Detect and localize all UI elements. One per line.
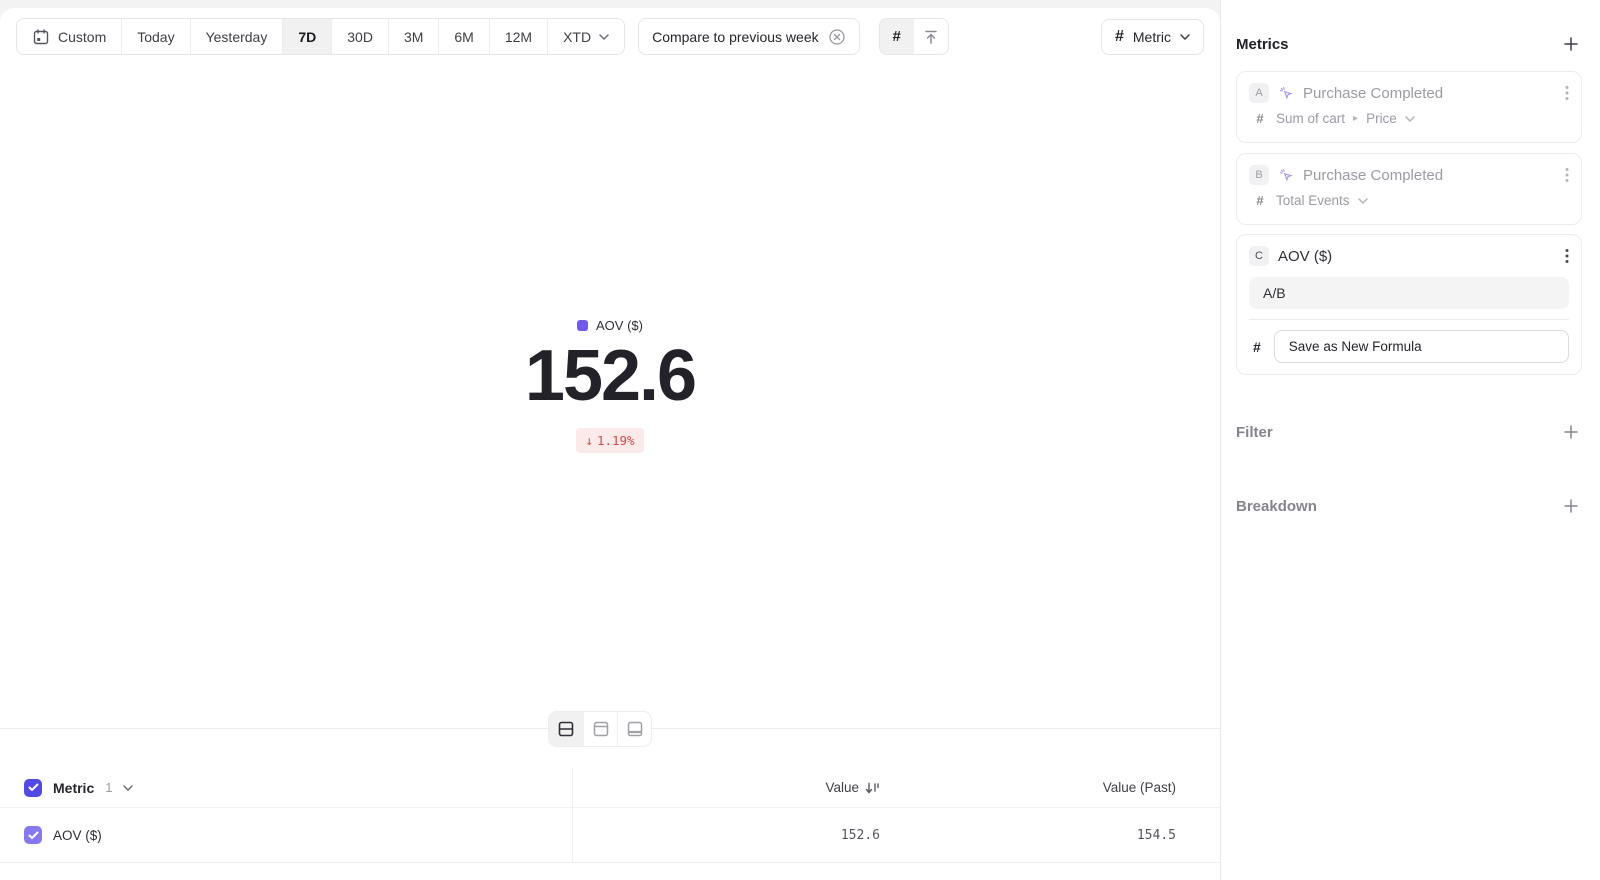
- save-as-new-formula-button[interactable]: Save as New Formula: [1274, 330, 1569, 363]
- metric-dropdown-button[interactable]: # Metric: [1101, 19, 1204, 55]
- chevron-down-icon: [599, 34, 609, 40]
- row-value: 152.6: [841, 828, 880, 843]
- table-row: AOV ($) 152.6 154.5: [0, 808, 1220, 863]
- kpi-change-badge: ↓ 1.19%: [576, 428, 643, 453]
- date-range-picker: Custom Today Yesterday 7D 30D 3M 6M 12M …: [16, 18, 625, 55]
- number-mode-button[interactable]: #: [880, 19, 914, 54]
- add-filter-button[interactable]: [1560, 421, 1582, 443]
- split-view-icon: [557, 720, 575, 738]
- date-range-today[interactable]: Today: [121, 19, 189, 54]
- formula-input[interactable]: A/B: [1249, 277, 1569, 309]
- metrics-title: Metrics: [1236, 36, 1289, 53]
- metric-event-name: Purchase Completed: [1303, 167, 1556, 184]
- arrow-down-icon: ↓: [585, 433, 593, 448]
- kpi-block: AOV ($) 152.6 ↓ 1.19%: [0, 318, 1220, 453]
- hash-icon: #: [1115, 28, 1124, 46]
- metric-measure-selector[interactable]: # Sum of cart ▸ Price: [1249, 111, 1569, 126]
- metric-column-header: Metric: [53, 780, 94, 796]
- metric-count: 1: [105, 780, 112, 795]
- query-builder-sidebar: Metrics A Purchase Completed # Su: [1220, 0, 1600, 880]
- kebab-menu-icon[interactable]: [1565, 248, 1569, 264]
- metric-card-a[interactable]: A Purchase Completed # Sum of cart ▸ Pri…: [1236, 71, 1582, 143]
- measure-label: Sum of cart: [1276, 111, 1345, 126]
- formula-metric-name: AOV ($): [1278, 248, 1556, 265]
- kpi-legend: AOV ($): [577, 318, 643, 333]
- hash-icon: #: [1249, 339, 1261, 355]
- event-spark-icon: [1278, 85, 1294, 101]
- breakdown-section-header: Breakdown: [1236, 495, 1582, 517]
- hash-icon: #: [1252, 111, 1268, 126]
- date-range-label: Custom: [58, 29, 106, 45]
- compare-chip-label: Compare to previous week: [652, 29, 819, 45]
- kpi-change-value: 1.19%: [597, 433, 635, 448]
- top-panel-icon: [592, 720, 610, 738]
- metric-badge-b: B: [1249, 165, 1269, 185]
- measure-label: Total Events: [1276, 193, 1350, 208]
- split-view-button[interactable]: [549, 712, 583, 746]
- filter-section-header: Filter: [1236, 421, 1582, 443]
- select-all-checkbox[interactable]: [24, 779, 42, 797]
- value-mode-toggle: #: [879, 18, 949, 55]
- chevron-down-icon: [1405, 116, 1415, 122]
- date-range-12m[interactable]: 12M: [489, 19, 547, 54]
- report-canvas: Custom Today Yesterday 7D 30D 3M 6M 12M …: [0, 8, 1220, 880]
- results-table: Metric 1 Value Value: [0, 768, 1220, 863]
- formula-text: A/B: [1263, 285, 1286, 301]
- hash-icon: #: [1252, 193, 1268, 208]
- report-toolbar: Custom Today Yesterday 7D 30D 3M 6M 12M …: [16, 18, 1204, 55]
- chevron-down-icon: [1358, 198, 1368, 204]
- date-range-3m[interactable]: 3M: [388, 19, 438, 54]
- compare-chip[interactable]: Compare to previous week: [638, 18, 860, 55]
- metric-measure-selector[interactable]: # Total Events: [1249, 193, 1569, 208]
- date-range-7d[interactable]: 7D: [282, 19, 331, 54]
- event-spark-icon: [1278, 167, 1294, 183]
- date-range-yesterday[interactable]: Yesterday: [190, 19, 283, 54]
- chevron-down-icon[interactable]: [123, 785, 133, 791]
- value-past-column-header[interactable]: Value (Past): [880, 780, 1176, 795]
- row-checkbox[interactable]: [24, 826, 42, 844]
- date-range-6m[interactable]: 6M: [438, 19, 488, 54]
- date-range-custom[interactable]: Custom: [17, 19, 121, 54]
- goal-arrow-icon: [923, 29, 939, 45]
- kebab-menu-icon[interactable]: [1565, 85, 1569, 101]
- metric-badge-c: C: [1249, 246, 1269, 266]
- calendar-icon: [32, 28, 50, 46]
- metric-badge-a: A: [1249, 83, 1269, 103]
- metric-card-c[interactable]: C AOV ($) A/B # Save as New Formula: [1236, 234, 1582, 375]
- sort-descending-icon: [865, 781, 880, 795]
- add-breakdown-button[interactable]: [1560, 495, 1582, 517]
- card-divider: [1249, 319, 1569, 320]
- analytics-page: Custom Today Yesterday 7D 30D 3M 6M 12M …: [0, 0, 1600, 880]
- kebab-menu-icon[interactable]: [1565, 167, 1569, 183]
- top-panel-button[interactable]: [583, 712, 617, 746]
- legend-label: AOV ($): [596, 318, 643, 333]
- goal-mode-button[interactable]: [914, 19, 948, 54]
- table-header-row: Metric 1 Value Value: [0, 768, 1220, 808]
- date-range-xtd[interactable]: XTD: [547, 19, 624, 54]
- layout-toggle: [548, 711, 652, 747]
- add-metric-button[interactable]: [1560, 33, 1582, 55]
- date-range-30d[interactable]: 30D: [331, 19, 388, 54]
- metric-event-name: Purchase Completed: [1303, 85, 1556, 102]
- kpi-value: 152.6: [0, 340, 1220, 412]
- bottom-panel-button[interactable]: [617, 712, 651, 746]
- bottom-panel-icon: [626, 720, 644, 738]
- circle-x-icon[interactable]: [828, 28, 846, 46]
- chevron-down-icon: [1180, 34, 1190, 40]
- row-metric-name: AOV ($): [53, 828, 102, 843]
- breadcrumb-separator-icon: ▸: [1353, 113, 1358, 124]
- value-column-header[interactable]: Value: [573, 780, 880, 795]
- legend-swatch: [577, 320, 588, 331]
- metrics-section-header: Metrics: [1236, 33, 1582, 55]
- hash-icon: #: [892, 28, 900, 45]
- breakdown-title: Breakdown: [1236, 498, 1317, 515]
- metric-card-b[interactable]: B Purchase Completed # Total Events: [1236, 153, 1582, 225]
- metric-button-label: Metric: [1133, 29, 1171, 45]
- filter-title: Filter: [1236, 424, 1273, 441]
- measure-property: Price: [1366, 111, 1397, 126]
- row-value-past: 154.5: [1137, 828, 1176, 843]
